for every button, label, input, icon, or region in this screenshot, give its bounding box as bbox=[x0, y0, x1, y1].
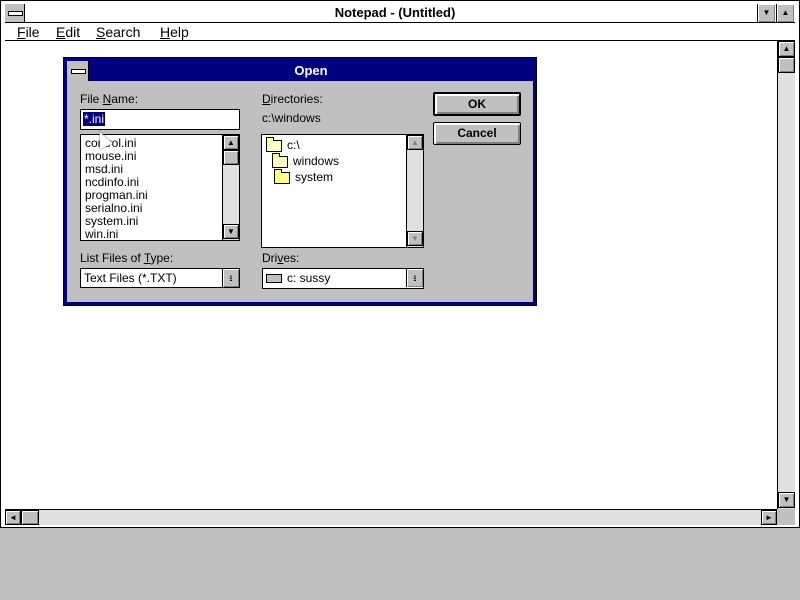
directory-scroll-down-button[interactable]: ▼ bbox=[407, 231, 423, 246]
notepad-title-bar[interactable]: Notepad - (Untitled) ▼ ▲ bbox=[5, 4, 795, 23]
arrow-right-icon: ► bbox=[765, 513, 773, 522]
folder-icon bbox=[274, 168, 290, 184]
cancel-button[interactable]: Cancel bbox=[433, 122, 521, 145]
file-type-value: Text Files (*.TXT) bbox=[84, 271, 177, 285]
directory-list[interactable]: c:\ windows system ▲ ▼ bbox=[261, 134, 424, 248]
list-files-of-type-label: List Files of Type: bbox=[80, 251, 174, 265]
file-list-scroll-down-button[interactable]: ▼ bbox=[223, 224, 239, 239]
minimize-icon: ▼ bbox=[762, 8, 771, 17]
open-dialog: Open File Name: *.ini control.ini mouse.… bbox=[64, 58, 536, 305]
open-folder-icon bbox=[266, 136, 282, 152]
menu-help[interactable]: Help bbox=[158, 23, 191, 41]
arrow-up-icon: ▲ bbox=[227, 138, 235, 147]
drives-label: Drives: bbox=[262, 251, 300, 265]
ok-button[interactable]: OK bbox=[433, 92, 521, 116]
scroll-right-button[interactable]: ► bbox=[761, 510, 777, 525]
file-list-scroll-up-button[interactable]: ▲ bbox=[223, 135, 239, 150]
file-name-input[interactable]: *.ini bbox=[80, 109, 240, 130]
vertical-scrollbar[interactable]: ▲ ▼ bbox=[777, 41, 795, 509]
dropdown-arrow-icon[interactable]: ⭳ bbox=[406, 269, 423, 287]
window-title: Notepad - (Untitled) bbox=[334, 5, 456, 20]
scrollbar-corner bbox=[777, 509, 795, 525]
dropdown-arrow-icon[interactable]: ⭳ bbox=[222, 269, 239, 287]
drives-dropdown[interactable]: c: sussy ⭳ bbox=[262, 268, 424, 289]
file-name-selected-text: *.ini bbox=[83, 112, 106, 126]
arrow-down-icon: ▼ bbox=[782, 495, 791, 504]
maximize-icon: ▲ bbox=[781, 8, 790, 17]
directory-list-scrollbar[interactable]: ▲ ▼ bbox=[406, 135, 423, 247]
directory-scroll-up-button[interactable]: ▲ bbox=[407, 135, 423, 150]
arrow-up-icon: ▲ bbox=[782, 44, 791, 53]
scroll-down-button[interactable]: ▼ bbox=[778, 492, 795, 508]
file-type-dropdown[interactable]: Text Files (*.TXT) ⭳ bbox=[80, 268, 240, 288]
maximize-button[interactable]: ▲ bbox=[776, 4, 794, 22]
dialog-title-bar[interactable]: Open bbox=[67, 61, 533, 81]
scroll-up-button[interactable]: ▲ bbox=[778, 41, 795, 57]
dialog-system-menu-button[interactable] bbox=[67, 61, 89, 81]
horizontal-scroll-thumb[interactable] bbox=[21, 510, 39, 525]
arrow-down-icon: ▼ bbox=[411, 234, 419, 243]
current-directory: c:\windows bbox=[262, 111, 321, 125]
vertical-scroll-thumb[interactable] bbox=[778, 57, 795, 73]
drive-value: c: sussy bbox=[287, 271, 331, 285]
system-menu-button[interactable] bbox=[5, 4, 25, 22]
list-item[interactable]: win.ini bbox=[81, 228, 222, 241]
open-folder-icon bbox=[272, 152, 288, 168]
file-name-label: File Name: bbox=[80, 92, 139, 106]
menu-file[interactable]: File bbox=[15, 23, 42, 41]
file-list-scrollbar[interactable]: ▲ ▼ bbox=[222, 135, 239, 240]
hard-drive-icon bbox=[266, 274, 282, 284]
minimize-button[interactable]: ▼ bbox=[757, 4, 775, 22]
arrow-down-icon: ▼ bbox=[227, 227, 235, 236]
arrow-left-icon: ◄ bbox=[9, 513, 17, 522]
menu-edit[interactable]: Edit bbox=[54, 23, 82, 41]
drive-display: c: sussy bbox=[266, 270, 330, 286]
arrow-up-icon: ▲ bbox=[411, 138, 419, 147]
file-list[interactable]: control.ini mouse.ini msd.ini ncdinfo.in… bbox=[80, 134, 240, 241]
system-menu-icon bbox=[8, 11, 23, 16]
directory-item-windows[interactable]: windows bbox=[266, 152, 406, 169]
file-list-scroll-thumb[interactable] bbox=[223, 150, 239, 165]
directory-item-system[interactable]: system bbox=[266, 168, 406, 185]
menu-bar: File Edit Search Help bbox=[5, 23, 795, 41]
scroll-left-button[interactable]: ◄ bbox=[5, 510, 21, 525]
horizontal-scrollbar[interactable]: ◄ ► bbox=[5, 509, 777, 525]
menu-search[interactable]: Search bbox=[94, 23, 142, 41]
dialog-title: Open bbox=[294, 63, 328, 78]
system-menu-icon bbox=[71, 69, 86, 74]
directories-label: Directories: bbox=[262, 92, 323, 106]
directory-item-root[interactable]: c:\ bbox=[266, 136, 406, 153]
